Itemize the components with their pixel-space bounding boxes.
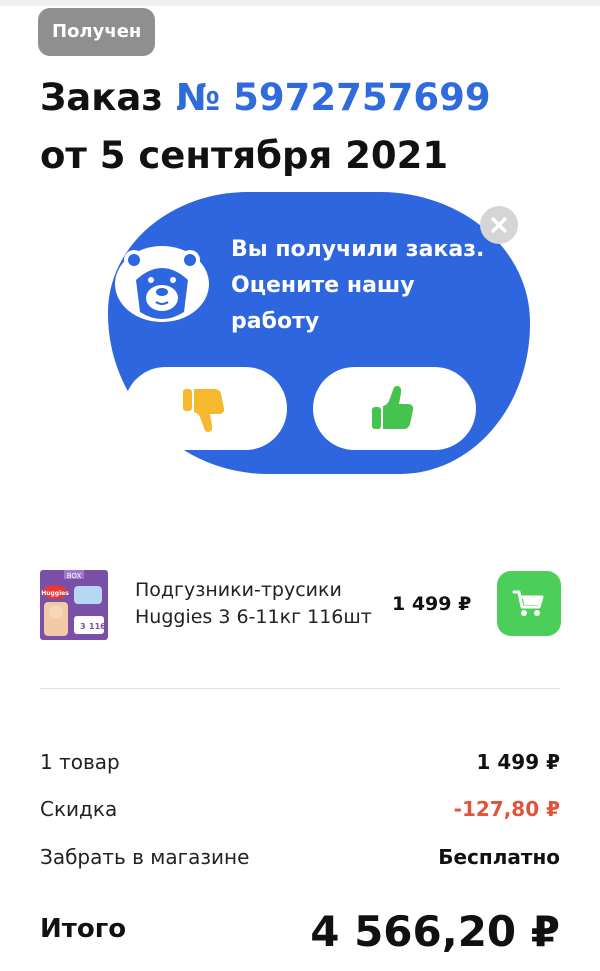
top-strip (0, 0, 600, 6)
like-button[interactable] (313, 367, 476, 450)
cart-icon (512, 590, 544, 616)
summary-delivery-label: Забрать в магазине (40, 845, 250, 869)
summary-discount-label: Скидка (40, 797, 118, 821)
product-price: 1 499 ₽ (392, 593, 472, 615)
close-icon (491, 217, 507, 233)
order-number-link[interactable]: № 5972757699 (176, 76, 491, 119)
close-button[interactable] (480, 206, 518, 244)
total-label: Итого (40, 914, 127, 944)
thumbs-down-icon (182, 388, 224, 432)
summary-items-label: 1 товар (40, 750, 120, 774)
product-image-size: 3 (80, 622, 86, 631)
status-badge: Получен (38, 8, 156, 56)
dislike-button[interactable] (124, 367, 287, 450)
summary-items-row: 1 товар 1 499 ₽ (40, 747, 560, 777)
total-value: 4 566,20 ₽ (310, 907, 560, 956)
divider (40, 688, 560, 689)
product-name[interactable]: Подгузники-трусики Huggies 3 6-11кг 116ш… (135, 577, 375, 631)
summary-delivery-value: Бесплатно (438, 845, 560, 869)
add-to-cart-button[interactable] (497, 571, 561, 636)
summary-delivery-row: Забрать в магазине Бесплатно (40, 842, 560, 872)
order-page: Получен Заказ № 5972757699 от 5 сентября… (0, 0, 600, 971)
summary-discount-value: -127,80 ₽ (453, 797, 560, 821)
summary-discount-row: Скидка -127,80 ₽ (40, 794, 560, 824)
product-image-brand: Huggies (41, 590, 69, 597)
product-image-count: 116 (89, 622, 106, 631)
product-image-box-label: BOX (67, 572, 82, 580)
order-title: Заказ № 5972757699 (40, 74, 491, 122)
bear-mascot-icon (114, 236, 210, 322)
order-title-prefix: Заказ (40, 76, 163, 119)
summary-items-value: 1 499 ₽ (476, 750, 560, 774)
thumbs-up-icon (371, 385, 413, 429)
product-image[interactable]: BOX Huggies 3 116 (40, 570, 108, 640)
order-date: от 5 сентября 2021 (40, 134, 449, 177)
product-row[interactable]: BOX Huggies 3 116 Подгузники-трусики Hug… (0, 560, 600, 650)
rating-message: Вы получили заказ. Оцените нашу работу (231, 237, 485, 334)
